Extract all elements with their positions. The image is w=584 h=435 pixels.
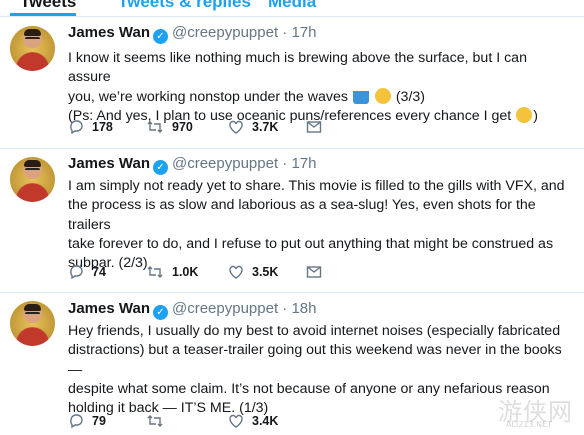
tweet-text: I am simply not ready yet to share. This… [68,177,573,273]
like-count: 3.7K [252,120,279,134]
reply-icon [70,414,83,429]
retweet-icon [147,266,163,278]
verified-badge-icon: ✓ [152,29,168,44]
retweet-count: 1.0K [172,265,199,279]
avatar-hair [24,29,41,36]
reply-button[interactable]: 178 [68,119,113,135]
tweet-line: you, we’re working nonstop under the wav… [68,87,573,107]
tweet-timestamp[interactable]: 18h [291,300,316,317]
avatar[interactable] [10,26,55,71]
heart-icon [229,265,243,279]
retweet-button[interactable]: 1.0K [146,264,198,280]
direct-message-button[interactable] [306,119,322,135]
reply-icon [70,265,83,280]
tweet-header: James Wan ✓ @creepypuppet · 17h [68,155,317,175]
reply-icon [70,120,83,135]
retweet-button[interactable]: 970 [146,119,193,135]
closing-paren: ) [533,107,538,124]
author-handle[interactable]: @creepypuppet [172,155,278,172]
author-name[interactable]: James Wan [68,155,150,172]
tweet-line: Hey friends, I usually do my best to avo… [68,323,561,339]
avatar[interactable] [10,301,55,346]
watermark-url: ALI213.NET [506,420,553,429]
reply-button[interactable]: 79 [68,413,106,429]
reply-count: 178 [92,120,113,134]
like-count: 3.5K [252,265,279,279]
tweet-line: distractions) but a teaser-trailer going… [68,342,562,378]
like-button[interactable]: 3.5K [228,264,278,280]
tweet-line-text: (Ps: And yes, I plan to use oceanic puns… [68,107,512,124]
water-wave-emoji [352,87,369,104]
author-handle[interactable]: @creepypuppet [172,300,278,317]
verified-badge-icon: ✓ [152,305,168,320]
tweet-line-text: (3/3) [395,88,425,105]
reply-count: 79 [92,414,106,428]
winking-face-emoji [374,87,391,104]
retweet-count: 970 [172,120,193,134]
tweet-timestamp[interactable]: 17h [291,24,316,41]
retweet-icon [147,121,163,133]
heart-icon [229,414,243,428]
avatar-hair [24,160,41,167]
tweet-line: take forever to do, and I refuse to put … [68,235,554,252]
like-button[interactable]: 3.4K [228,413,278,429]
verified-badge-icon: ✓ [152,160,168,175]
profile-tabs: Tweets Tweets & replies Media [0,0,584,16]
separator-dot: · [282,24,288,41]
tweet-text: I know it seems like nothing much is bre… [68,49,573,126]
tweet[interactable]: James Wan ✓ @creepypuppet · 17h I am simpl… [0,149,584,293]
author-handle[interactable]: @creepypuppet [172,24,278,41]
avatar[interactable] [10,157,55,202]
tweet-header: James Wan ✓ @creepypuppet · 17h [68,24,317,44]
tweet-line: I am simply not ready yet to share. This… [68,178,565,194]
tweet-line: the process is as slow and laborious as … [68,197,536,233]
tweet[interactable]: James Wan ✓ @creepypuppet · 17h I know it … [0,17,584,149]
like-count: 3.4K [252,414,279,428]
tweet-line: I know it seems like nothing much is bre… [68,50,527,86]
direct-message-button[interactable] [306,264,322,280]
avatar-glasses [25,312,40,318]
tweet[interactable]: James Wan ✓ @creepypuppet · 18h Hey friend… [0,293,584,435]
author-name[interactable]: James Wan [68,24,150,41]
separator-dot: · [282,155,288,172]
like-button[interactable]: 3.7K [228,119,278,135]
tab-tweets[interactable]: Tweets [20,0,76,12]
author-name[interactable]: James Wan [68,300,150,317]
retweet-button[interactable] [146,413,172,429]
avatar-glasses [25,37,40,43]
tweet-timestamp[interactable]: 17h [291,155,316,172]
reply-button[interactable]: 74 [68,264,106,280]
separator-dot: · [282,300,288,317]
avatar-hair [24,304,41,311]
face-with-tears-of-joy-emoji [516,106,533,123]
avatar-glasses [25,168,40,174]
tweet-line-text: you, we’re working nonstop under the wav… [68,88,348,105]
heart-icon [229,120,243,134]
tab-media[interactable]: Media [268,0,316,12]
retweet-icon [147,415,163,427]
reply-count: 74 [92,265,106,279]
envelope-icon [306,266,322,278]
tab-tweets-and-replies[interactable]: Tweets & replies [118,0,251,12]
tweet-header: James Wan ✓ @creepypuppet · 18h [68,300,317,320]
envelope-icon [306,121,322,133]
